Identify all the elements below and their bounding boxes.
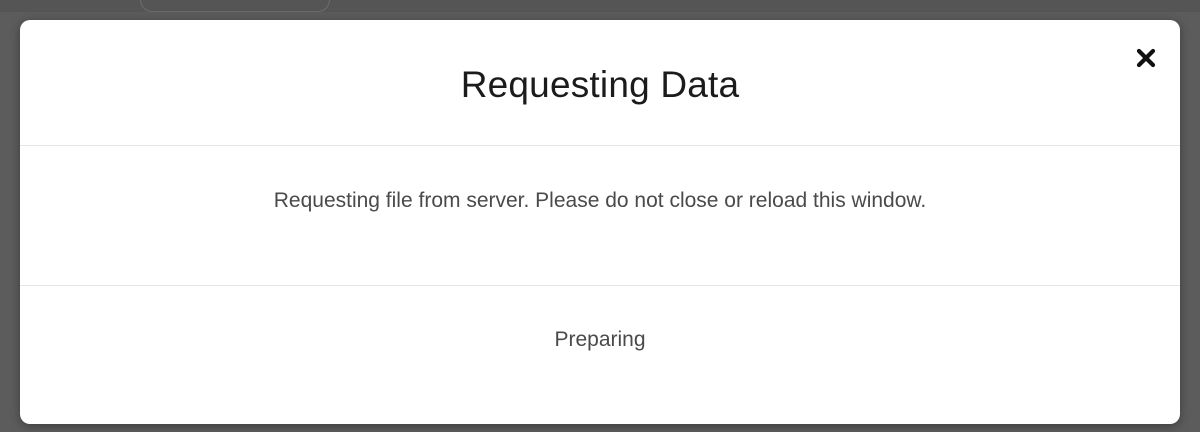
dialog-message: Requesting file from server. Please do n… [273, 189, 927, 212]
dialog-body: Requesting file from server. Please do n… [20, 146, 1180, 286]
requesting-data-dialog: Requesting Data Requesting file from ser… [20, 20, 1180, 424]
dialog-footer: Preparing [20, 286, 1180, 424]
close-icon [1135, 47, 1157, 74]
dialog-title: Requesting Data [460, 64, 740, 105]
dialog-header: Requesting Data [20, 20, 1180, 146]
background-page-element [140, 0, 330, 12]
status-text: Preparing [554, 328, 646, 351]
close-button[interactable] [1128, 42, 1164, 78]
